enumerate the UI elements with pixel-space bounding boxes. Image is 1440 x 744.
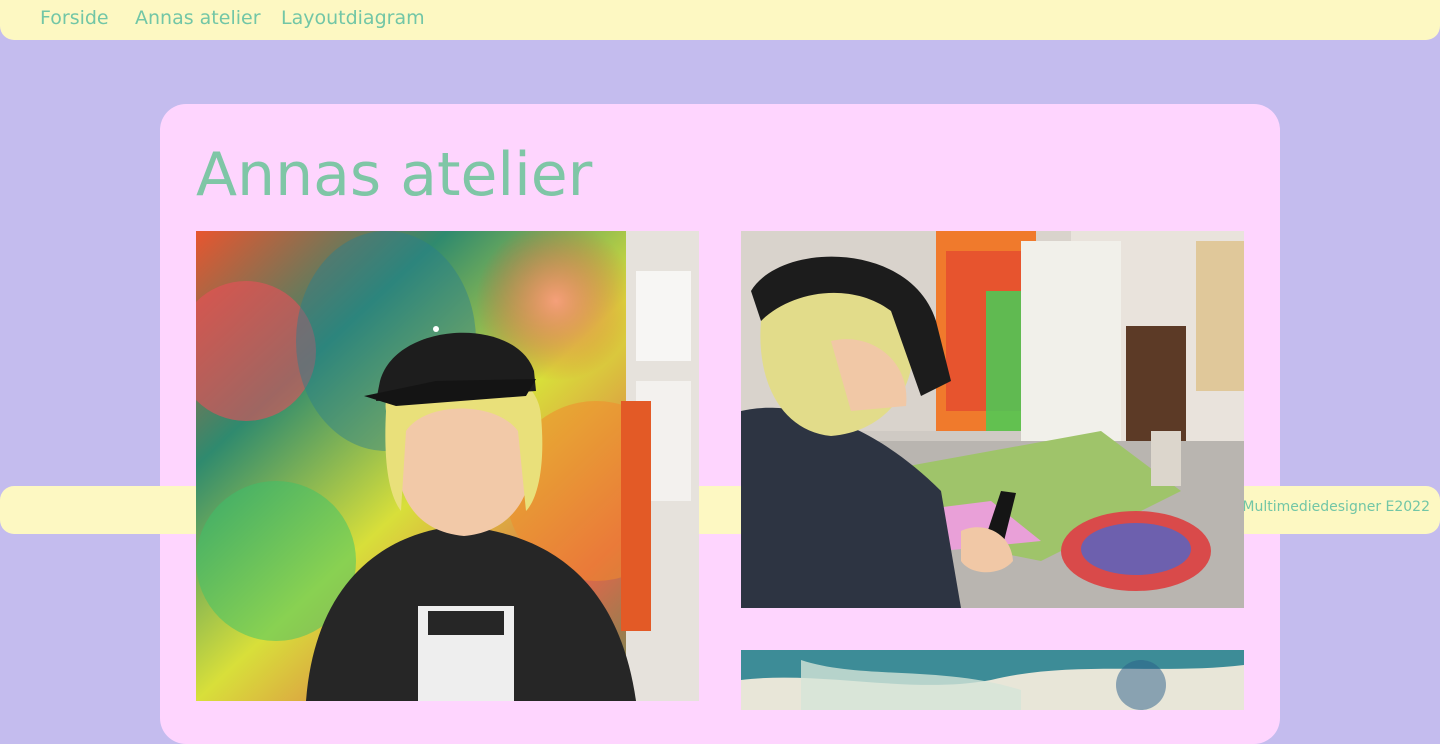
painting-detail-photo (741, 650, 1244, 710)
top-navigation: Forside Annas atelier Layoutdiagram (0, 0, 1440, 40)
nav-link-forside[interactable]: Forside (40, 7, 109, 29)
nav-link-annas-atelier[interactable]: Annas atelier (135, 7, 261, 29)
anna-painting-photo (741, 231, 1244, 608)
anna-portrait-photo (196, 231, 699, 701)
nav-link-layoutdiagram[interactable]: Layoutdiagram (281, 7, 425, 29)
page-title: Annas atelier (196, 140, 593, 210)
